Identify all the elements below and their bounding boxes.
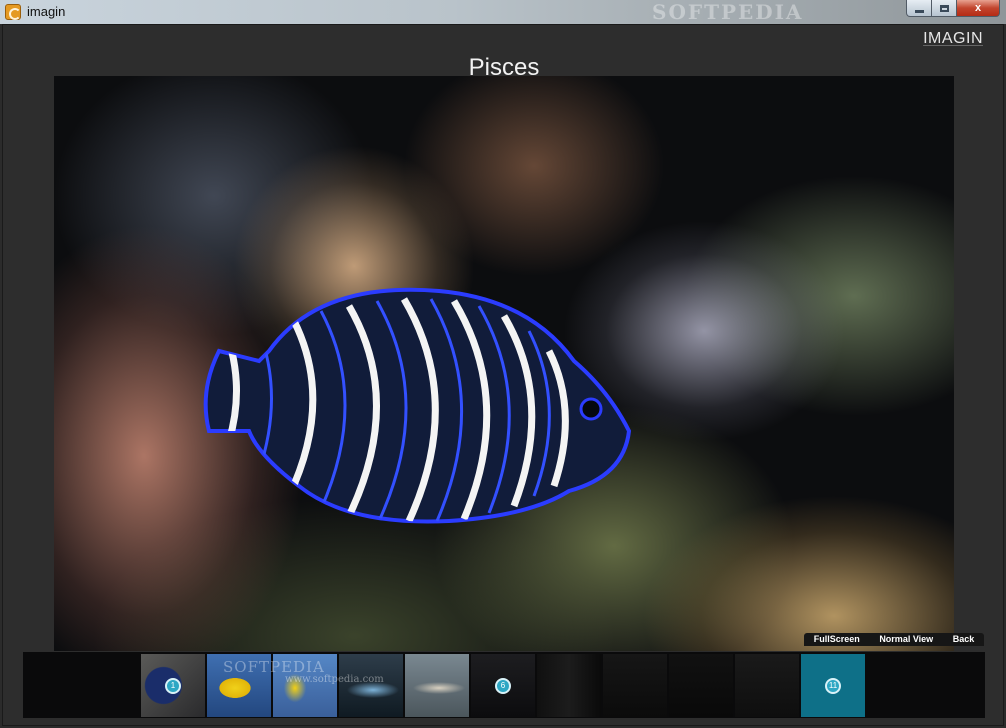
thumbnail-11-selected[interactable]: 11 [801, 654, 865, 717]
maximize-icon [939, 4, 949, 12]
strip-watermark-url: www.softpedia.com [285, 674, 384, 685]
app-logo-icon [5, 4, 21, 20]
app-frame: IMAGIN Pisces FullScreen Normal View Bac… [2, 24, 1004, 726]
thumbnail-badge: 11 [825, 677, 841, 694]
minimize-button[interactable] [906, 0, 932, 17]
thumbnail-badge: 6 [495, 677, 511, 694]
brand-logo[interactable]: IMAGIN [923, 30, 983, 48]
angelfish-image [203, 287, 632, 524]
window-title: imagin [27, 4, 66, 19]
thumbnail-5[interactable] [405, 654, 469, 717]
view-toolbar: FullScreen Normal View Back [804, 633, 984, 646]
thumbnail-6[interactable]: 6 [471, 654, 535, 717]
minimize-icon [914, 9, 924, 13]
thumbnail-4[interactable] [339, 654, 403, 717]
close-icon: x [974, 2, 982, 14]
close-button[interactable]: x [957, 0, 1000, 17]
thumbnail-badge: 1 [165, 677, 181, 694]
thumbnail-1[interactable]: 1 [141, 654, 205, 717]
fullscreen-button[interactable]: FullScreen [814, 633, 860, 646]
thumbnail-strip[interactable]: 1 6 11 SOFTPEDIA www.softpedia.com [23, 652, 985, 718]
thumbnail-10[interactable] [735, 654, 799, 717]
maximize-button[interactable] [932, 0, 957, 17]
back-button[interactable]: Back [953, 633, 975, 646]
thumbnail-9[interactable] [669, 654, 733, 717]
window-controls: x [906, 0, 1000, 18]
window-title-bar[interactable]: imagin SOFTPEDIA x [0, 0, 1006, 24]
softpedia-watermark: SOFTPEDIA [652, 0, 804, 24]
thumbnail-7[interactable] [537, 654, 601, 717]
normal-view-button[interactable]: Normal View [879, 633, 933, 646]
thumbnail-8[interactable] [603, 654, 667, 717]
main-photo[interactable] [54, 76, 954, 651]
